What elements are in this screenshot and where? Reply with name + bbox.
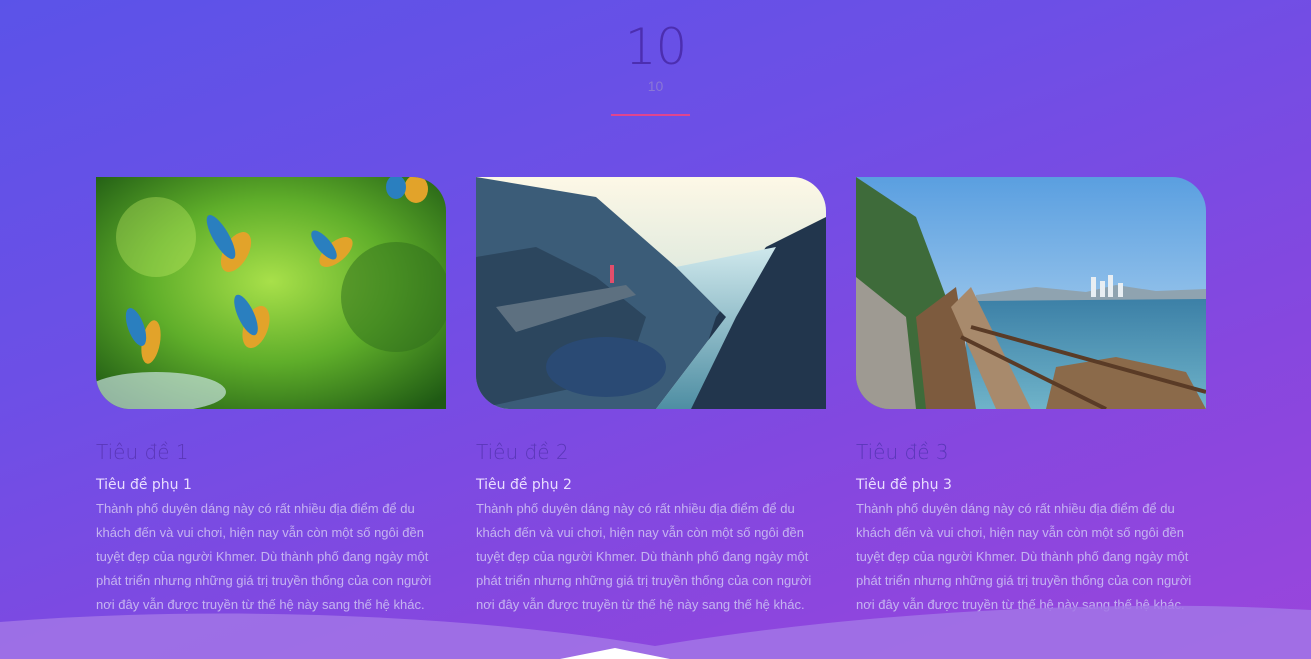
title-divider (611, 114, 690, 116)
card-image-coastal-boardwalk[interactable] (856, 177, 1206, 409)
card-3[interactable]: Tiêu đề 3 Tiêu đề phụ 3 Thành phố duyên … (856, 177, 1206, 617)
card-subtitle: Tiêu đề phụ 2 (476, 477, 572, 493)
card-title: Tiêu đề 2 (476, 440, 569, 464)
card-2[interactable]: Tiêu đề 2 Tiêu đề phụ 2 Thành phố duyên … (476, 177, 826, 617)
bottom-wave-decoration (0, 605, 1311, 659)
card-title: Tiêu đề 1 (96, 440, 189, 464)
card-1[interactable]: Tiêu đề 1 Tiêu đề phụ 1 Thành phố duyên … (96, 177, 446, 617)
card-subtitle: Tiêu đề phụ 3 (856, 477, 952, 493)
card-image-kingfishers[interactable] (96, 177, 446, 409)
card-subtitle: Tiêu đề phụ 1 (96, 477, 192, 493)
card-image-fjord[interactable] (476, 177, 826, 409)
card-description: Thành phố duyên dáng này có rất nhiều đị… (856, 501, 1192, 612)
card-title: Tiêu đề 3 (856, 440, 949, 464)
section-title: 10 (624, 18, 688, 76)
card-description: Thành phố duyên dáng này có rất nhiều đị… (476, 501, 812, 612)
card-description: Thành phố duyên dáng này có rất nhiều đị… (96, 501, 432, 612)
section-subtitle: 10 (647, 78, 664, 94)
